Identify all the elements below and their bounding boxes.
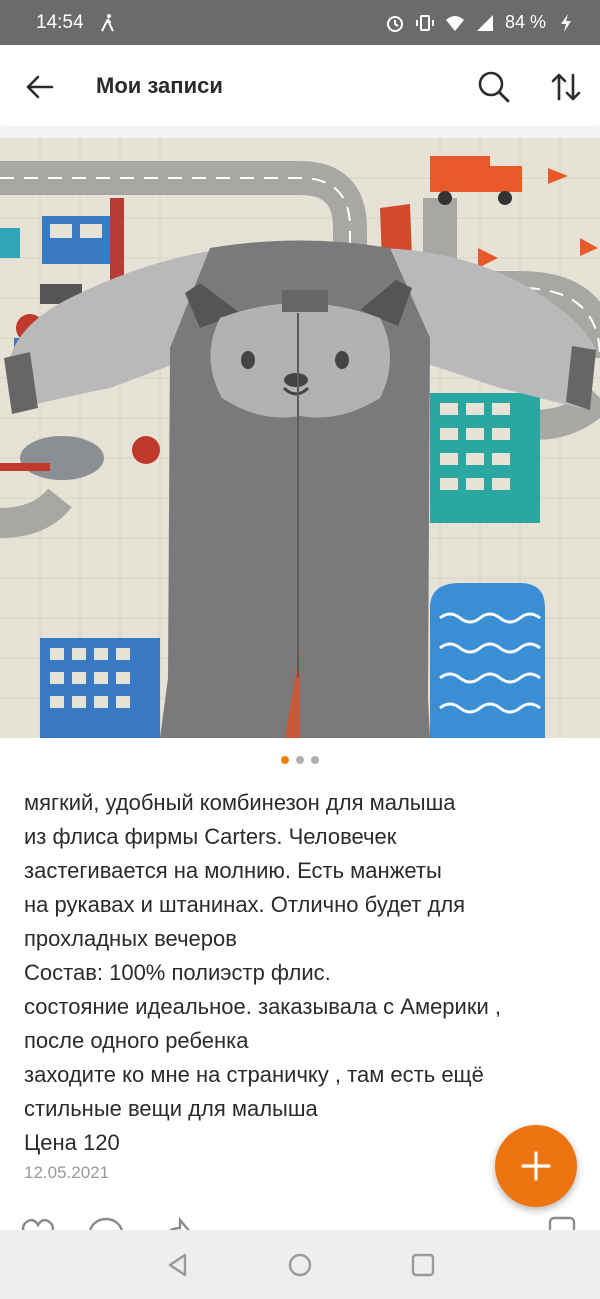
add-post-button[interactable] xyxy=(495,1125,577,1207)
alarm-icon xyxy=(386,15,403,32)
post-date: 12.05.2021 xyxy=(24,1163,110,1182)
carousel-dot[interactable] xyxy=(296,756,304,764)
carousel-dot[interactable] xyxy=(311,756,319,764)
post-text-line: стильные вещи для малыша xyxy=(24,1096,318,1121)
photo-carousel[interactable] xyxy=(0,128,600,738)
post-text-line: мягкий, удобный комбинезон для малыша xyxy=(24,790,456,815)
system-nav-bar xyxy=(0,1230,600,1299)
post-text-line: заходите ко мне на страничку , там есть … xyxy=(24,1062,484,1087)
status-bar: 14:54 84 % xyxy=(0,0,600,45)
post-text-line: состояние идеальное. заказывала с Америк… xyxy=(24,994,501,1019)
nav-home-icon[interactable] xyxy=(287,1252,313,1278)
post-text-line: прохладных вечеров xyxy=(24,926,237,951)
sort-icon[interactable] xyxy=(548,69,584,105)
battery-level: 84 % xyxy=(504,12,546,32)
post-text-line: из флиса фирмы Carters. Человечек xyxy=(24,824,397,849)
like-icon[interactable] xyxy=(20,1216,56,1230)
post-text-line: застегивается на молнию. Есть манжеты xyxy=(24,858,442,883)
post-text-line: после одного ребенка xyxy=(24,1028,249,1053)
bookmark-icon[interactable] xyxy=(544,1216,580,1230)
app-header: Мои записи xyxy=(0,45,600,127)
wifi-icon xyxy=(445,15,464,31)
vibrate-icon xyxy=(415,14,434,31)
product-photo[interactable] xyxy=(0,138,600,738)
post-actions xyxy=(0,1208,600,1230)
search-icon[interactable] xyxy=(476,69,512,105)
comment-icon[interactable] xyxy=(88,1216,124,1230)
post-text-line: Состав: 100% полиэстр флис. xyxy=(24,960,331,985)
nav-back-icon[interactable] xyxy=(165,1252,191,1278)
back-arrow-icon[interactable] xyxy=(22,69,58,105)
charging-icon xyxy=(561,13,571,32)
post-text-line: на рукавах и штанинах. Отлично будет для xyxy=(24,892,466,917)
status-time: 14:54 xyxy=(36,11,84,33)
walking-icon xyxy=(100,13,114,31)
nav-recents-icon[interactable] xyxy=(410,1252,436,1278)
post-text: мягкий, удобный комбинезон для малыша из… xyxy=(24,786,584,1160)
carousel-dot[interactable] xyxy=(281,756,289,764)
share-icon[interactable] xyxy=(156,1216,192,1230)
signal-icon xyxy=(476,14,493,31)
page-title: Мои записи xyxy=(96,73,223,98)
carousel-indicator xyxy=(0,756,600,764)
plus-icon xyxy=(521,1151,551,1181)
